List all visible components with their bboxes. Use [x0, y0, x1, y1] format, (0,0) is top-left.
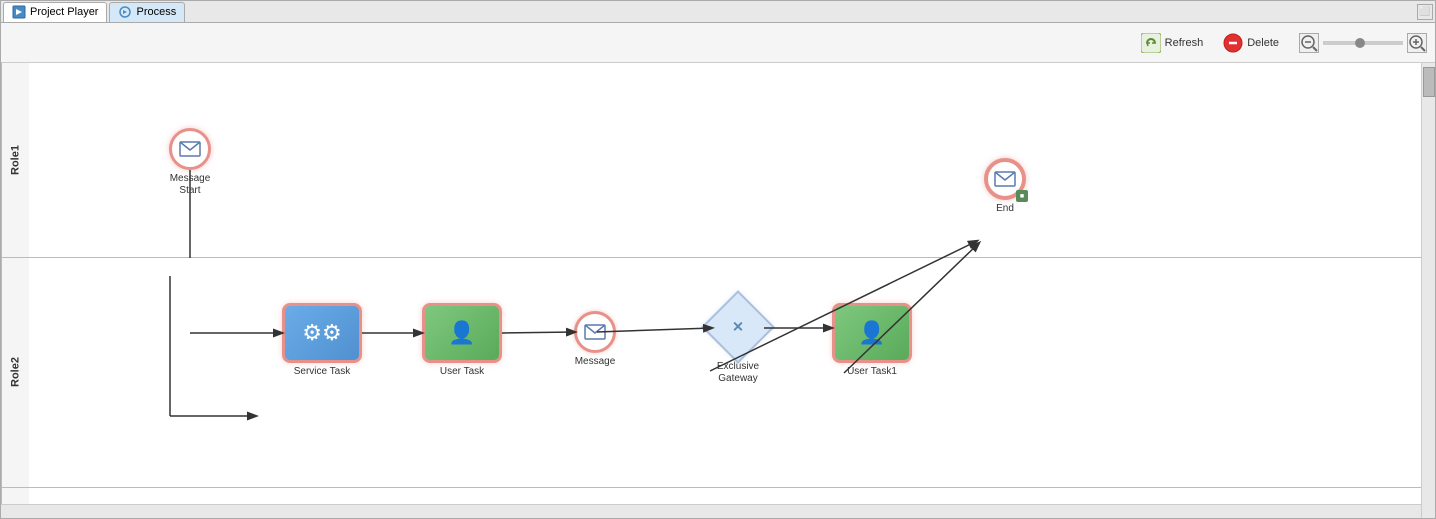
zoom-out-icon [1300, 34, 1318, 52]
zoom-control [1299, 33, 1427, 53]
zoom-out-button[interactable] [1299, 33, 1319, 53]
main-canvas: Role1 MessageStart [1, 63, 1421, 518]
toolbar: Refresh Delete [1, 23, 1435, 63]
project-player-icon [12, 5, 26, 19]
zoom-slider[interactable] [1323, 41, 1403, 45]
message-start-msg-icon [179, 141, 201, 157]
refresh-icon [1141, 33, 1161, 53]
zoom-slider-thumb[interactable] [1355, 38, 1365, 48]
exclusive-gateway[interactable]: ✕ ExclusiveGateway [712, 301, 764, 385]
user-icon: 👤 [448, 320, 475, 346]
end-event[interactable]: ■ End [984, 158, 1026, 215]
lane-role2-label: Role2 [1, 258, 29, 487]
user-task-label: User Task [440, 366, 484, 378]
scrollbar-thumb[interactable] [1423, 67, 1435, 97]
main-window: Project Player Process ⬜ Refresh [0, 0, 1436, 519]
service-task-box: ⚙⚙ [282, 303, 362, 363]
tab-bar: Project Player Process ⬜ [1, 1, 1435, 23]
message-event-msg-icon [584, 324, 606, 340]
lane-role1-content: MessageStart ■ [29, 63, 1421, 257]
scrollbar-bottom[interactable] [1, 504, 1421, 518]
lane-empty-label [1, 488, 29, 504]
lane-empty-content [29, 488, 1421, 504]
lane-role1-label: Role1 [1, 63, 29, 257]
delete-icon [1223, 33, 1243, 53]
scrollbar-right[interactable] [1421, 63, 1435, 518]
user-task1-box: 👤 [832, 303, 912, 363]
message-event[interactable]: Message [574, 311, 616, 368]
user-task1-label: User Task1 [847, 366, 897, 378]
tab-project-player[interactable]: Project Player [3, 2, 107, 22]
lane1-arrows [29, 63, 1421, 258]
gateway-diamond: ✕ [701, 290, 775, 364]
maximize-button[interactable]: ⬜ [1417, 4, 1433, 20]
lane-empty [1, 488, 1421, 504]
process-icon [118, 5, 132, 19]
end-badge: ■ [1016, 190, 1028, 202]
tab-process[interactable]: Process [109, 2, 185, 22]
service-task-label: Service Task [294, 366, 351, 378]
lane-role2: Role2 ⚙⚙ Service Task [1, 258, 1421, 488]
zoom-in-button[interactable] [1407, 33, 1427, 53]
user-task-box: 👤 [422, 303, 502, 363]
message-start-circle [169, 128, 211, 170]
canvas-area: Role1 MessageStart [1, 63, 1435, 518]
lane-role2-content: ⚙⚙ Service Task 👤 User Task [29, 258, 1421, 487]
delete-button[interactable]: Delete [1215, 29, 1287, 57]
exclusive-gateway-label: ExclusiveGateway [717, 361, 759, 385]
user-task1[interactable]: 👤 User Task1 [832, 303, 912, 378]
message-start-label: MessageStart [170, 173, 211, 197]
gear-icon: ⚙⚙ [302, 320, 341, 346]
service-task[interactable]: ⚙⚙ Service Task [282, 303, 362, 378]
user-task[interactable]: 👤 User Task [422, 303, 502, 378]
lane-role1: Role1 MessageStart [1, 63, 1421, 258]
end-label: End [996, 203, 1014, 215]
zoom-in-icon [1408, 34, 1426, 52]
tab-process-label: Process [136, 6, 176, 18]
x-icon: ✕ [732, 319, 744, 336]
delete-label: Delete [1247, 37, 1279, 49]
tab-project-player-label: Project Player [30, 6, 98, 18]
refresh-label: Refresh [1165, 37, 1204, 49]
user-task1-icon: 👤 [858, 320, 885, 346]
refresh-button[interactable]: Refresh [1133, 29, 1212, 57]
message-start-event[interactable]: MessageStart [169, 128, 211, 197]
swim-lanes: Role1 MessageStart [1, 63, 1421, 504]
end-msg-icon [994, 171, 1016, 187]
message-event-circle [574, 311, 616, 353]
message-event-label: Message [575, 356, 616, 368]
